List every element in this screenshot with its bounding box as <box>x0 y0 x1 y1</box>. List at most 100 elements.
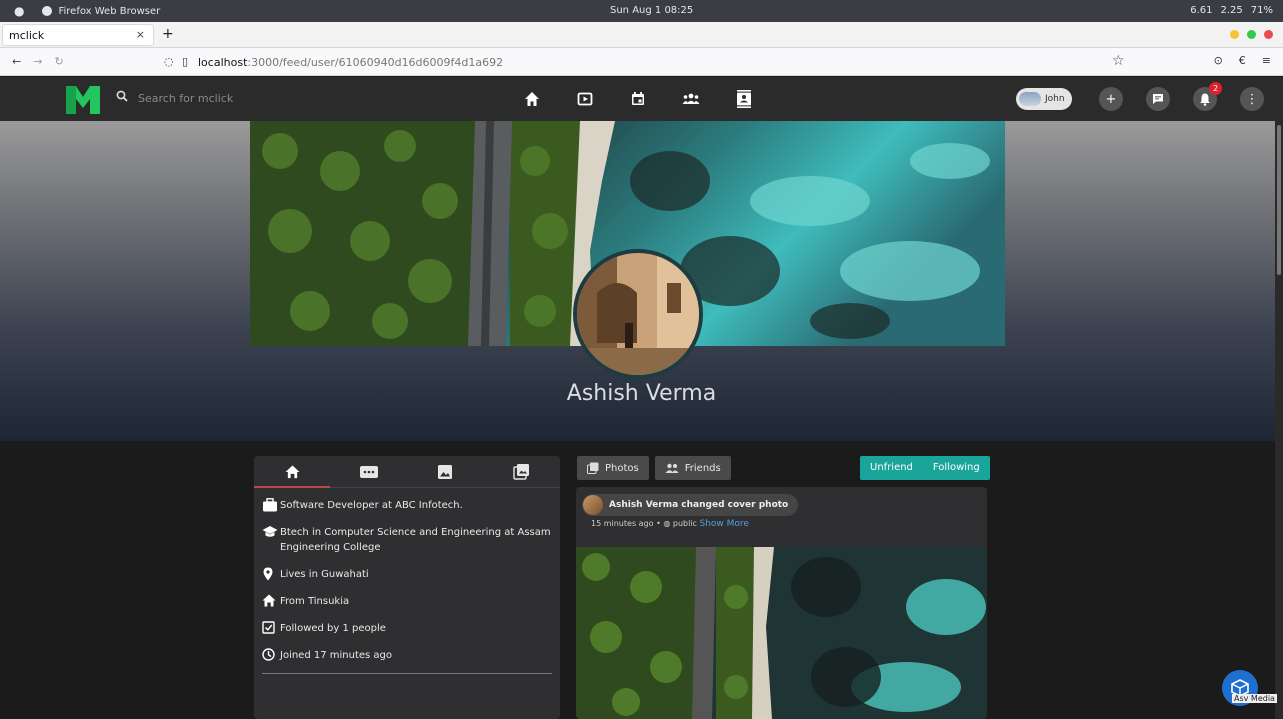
video-icon[interactable] <box>573 87 597 111</box>
education-item: Btech in Computer Science and Engineerin… <box>262 525 552 555</box>
url-host: localhost <box>198 56 248 69</box>
post-image[interactable] <box>576 547 987 719</box>
app-header: John + ⋮ <box>0 77 1283 121</box>
briefcase-icon <box>263 498 277 512</box>
people-icon <box>665 463 679 473</box>
followers-item: Followed by 1 people <box>262 621 552 636</box>
calendar-icon[interactable] <box>626 87 650 111</box>
post-header[interactable]: Ashish Verma changed cover photo <box>582 494 799 516</box>
from-item: From Tinsukia <box>262 594 552 609</box>
page-scrollbar[interactable] <box>1275 121 1283 719</box>
relationship-actions: Unfriend Following <box>860 456 990 480</box>
watermark-logo: Asv Media <box>1222 670 1277 706</box>
main-nav <box>520 87 756 111</box>
about-info: Software Developer at ABC Infotech. Btec… <box>254 488 560 674</box>
from-text: From Tinsukia <box>280 596 350 607</box>
profile-section-tabs: Photos Friends <box>577 456 731 480</box>
system-clock: Sun Aug 1 08:25 <box>610 5 694 16</box>
minimize-button[interactable] <box>1230 30 1239 39</box>
unfriend-button[interactable]: Unfriend <box>860 456 923 480</box>
extension-icon[interactable]: € <box>1239 54 1246 67</box>
photos-label: Photos <box>605 462 639 474</box>
app-menu[interactable]: Firefox Web Browser <box>42 6 160 17</box>
address-field[interactable]: localhost:3000/feed/user/61060940d16d600… <box>198 56 503 69</box>
apple-icon[interactable]: ● <box>14 4 24 18</box>
mclick-logo[interactable] <box>66 84 100 114</box>
photos-button[interactable]: Photos <box>577 456 649 480</box>
post-title: Ashish Verma changed cover photo <box>609 500 789 510</box>
about-card: Software Developer at ABC Infotech. Btec… <box>254 456 560 719</box>
messenger-icon[interactable] <box>1146 87 1170 111</box>
lives-text: Lives in Guwahati <box>280 569 369 580</box>
watermark-label: Asv Media <box>1232 694 1277 703</box>
forward-icon[interactable]: → <box>33 55 42 68</box>
checkbox-icon <box>262 621 275 634</box>
joined-text: Joined 17 minutes ago <box>280 650 393 661</box>
profile-avatar[interactable] <box>573 249 703 379</box>
tab-photo-icon[interactable] <box>430 457 460 487</box>
more-options-icon[interactable]: ⋮ <box>1240 87 1264 111</box>
app-name: Firefox Web Browser <box>58 5 161 17</box>
maximize-button[interactable] <box>1247 30 1256 39</box>
show-more-link[interactable]: Show More <box>699 519 748 529</box>
tab-close-icon[interactable]: × <box>136 28 145 41</box>
about-tabs <box>254 456 560 488</box>
work-text: Software Developer at ABC Infotech. <box>280 500 463 511</box>
browser-tab[interactable]: mclick × <box>2 24 154 46</box>
post-avatar <box>583 495 603 515</box>
tracking-shield-icon[interactable]: ◌ <box>164 55 174 68</box>
tab-title: mclick <box>9 29 45 42</box>
system-menu-bar: ● Firefox Web Browser Sun Aug 1 08:25 6.… <box>0 0 1283 22</box>
divider <box>262 673 552 674</box>
back-icon[interactable]: ← <box>12 55 21 68</box>
create-button[interactable]: + <box>1099 87 1123 111</box>
pocket-icon[interactable]: ⊙ <box>1214 54 1223 67</box>
home-icon <box>262 594 276 607</box>
work-item: Software Developer at ABC Infotech. <box>262 498 552 513</box>
friends-label: Friends <box>684 462 721 474</box>
photo-library-icon <box>587 462 599 474</box>
following-button[interactable]: Following <box>923 456 990 480</box>
network-down: 6.61 <box>1190 5 1213 16</box>
joined-item: Joined 17 minutes ago <box>262 648 552 663</box>
avatar <box>1019 92 1041 106</box>
window-controls <box>1230 30 1273 39</box>
notification-badge: 2 <box>1209 82 1222 95</box>
search-input[interactable] <box>138 88 308 108</box>
page-info-icon[interactable]: ▯ <box>182 55 188 68</box>
battery-percent: 71% <box>1250 5 1273 16</box>
tab-home-icon[interactable] <box>277 457 307 487</box>
browser-tab-bar: mclick × + <box>0 22 1283 48</box>
globe-icon: ◍ <box>663 519 673 528</box>
location-pin-icon <box>263 567 273 581</box>
education-text: Btech in Computer Science and Engineerin… <box>280 527 551 553</box>
clock-icon <box>262 648 275 661</box>
reload-icon[interactable]: ↻ <box>54 55 63 68</box>
browser-url-bar: ← → ↻ ◌ ▯ localhost:3000/feed/user/61060… <box>0 48 1283 76</box>
post-visibility: public <box>672 519 697 528</box>
menu-icon[interactable]: ≡ <box>1262 54 1271 67</box>
active-tab-indicator <box>254 486 330 488</box>
user-name: John <box>1045 94 1065 104</box>
system-stats: 6.61 2.25 71% <box>1190 5 1273 16</box>
followers-text: Followed by 1 people <box>280 623 386 634</box>
graduation-cap-icon <box>262 526 278 537</box>
user-profile-chip[interactable]: John <box>1016 88 1072 110</box>
url-path: :3000/feed/user/61060940d16d6009f4d1a692 <box>247 56 504 69</box>
lives-item: Lives in Guwahati <box>262 567 552 582</box>
profile-name: Ashish Verma <box>566 381 717 406</box>
toolbar-right: ⊙ € ≡ <box>1214 54 1271 67</box>
contacts-icon[interactable] <box>732 87 756 111</box>
groups-icon[interactable] <box>679 87 703 111</box>
bookmark-star-icon[interactable]: ☆ <box>1112 53 1125 69</box>
network-up: 2.25 <box>1220 5 1243 16</box>
search-icon[interactable] <box>116 90 128 102</box>
tab-details-icon[interactable] <box>354 457 384 487</box>
close-window-button[interactable] <box>1264 30 1273 39</box>
new-tab-button[interactable]: + <box>162 26 174 42</box>
tab-gallery-icon[interactable] <box>507 457 537 487</box>
scrollbar-thumb[interactable] <box>1277 125 1281 275</box>
post-time: 15 minutes ago • <box>591 519 664 528</box>
home-icon[interactable] <box>520 87 544 111</box>
friends-button[interactable]: Friends <box>654 456 731 480</box>
